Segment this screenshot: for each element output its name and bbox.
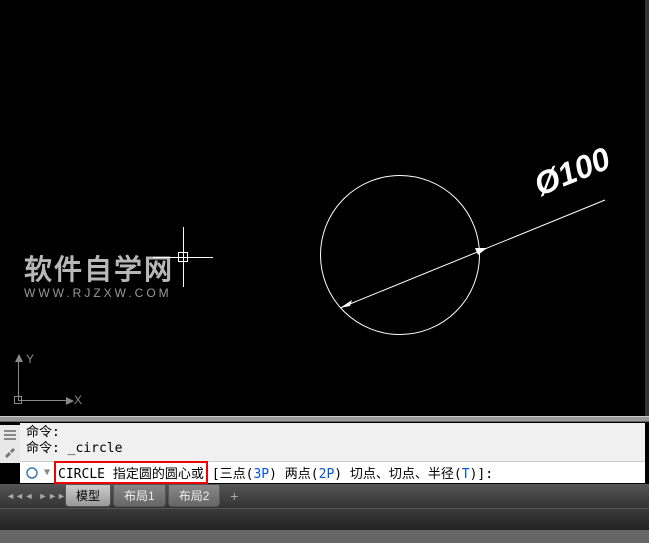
command-settings-icon[interactable] <box>2 445 18 461</box>
panel-resize-handle[interactable] <box>0 416 649 422</box>
history-line-1: 命令: <box>26 425 639 441</box>
tab-layout1[interactable]: 布局1 <box>113 485 166 507</box>
tab-add-button[interactable]: + <box>225 488 243 504</box>
command-history-icon[interactable] <box>2 427 18 443</box>
command-window-toolbar <box>0 425 20 463</box>
command-input-line[interactable]: ▼ CIRCLE 指定圆的圆心或 [三点(3P) 两点(2P) 切点、切点、半径… <box>20 461 645 483</box>
ucs-y-label: Y <box>26 352 34 366</box>
layout-tabs-bar: ◄◄ ◄ ► ►► 模型 布局1 布局2 + <box>0 484 649 508</box>
dimension-line[interactable] <box>320 188 620 318</box>
vertical-scrollbar[interactable] <box>645 0 649 418</box>
tab-nav-prev-icon[interactable]: ◄ <box>22 488 36 504</box>
ucs-x-label: X <box>74 393 82 407</box>
chevron-down-icon[interactable]: ▼ <box>44 467 50 478</box>
tab-nav-last-icon[interactable]: ►► <box>50 488 64 504</box>
ucs-icon: Y X <box>18 355 78 415</box>
command-history[interactable]: 命令: 命令: _circle <box>20 423 645 461</box>
watermark-url: WWW.RJZXW.COM <box>24 286 174 300</box>
tab-nav-first-icon[interactable]: ◄◄ <box>8 488 22 504</box>
command-prompt: CIRCLE 指定圆的圆心或 <box>58 467 204 482</box>
status-bar <box>0 508 649 530</box>
drawing-canvas[interactable]: 软件自学网 WWW.RJZXW.COM Y X Ø100 <box>0 0 649 418</box>
crosshair-pickbox <box>178 252 188 262</box>
watermark-title: 软件自学网 <box>24 248 174 288</box>
tab-layout2[interactable]: 布局2 <box>168 485 221 507</box>
tab-model[interactable]: 模型 <box>65 485 111 507</box>
history-line-2: 命令: _circle <box>26 441 639 457</box>
command-options: [三点(3P) 两点(2P) 切点、切点、半径(T)]: <box>212 463 493 482</box>
bottom-drag-area <box>0 530 649 543</box>
command-prompt-highlight: CIRCLE 指定圆的圆心或 <box>54 461 208 484</box>
watermark: 软件自学网 WWW.RJZXW.COM <box>24 248 174 300</box>
circle-command-icon <box>24 465 40 481</box>
